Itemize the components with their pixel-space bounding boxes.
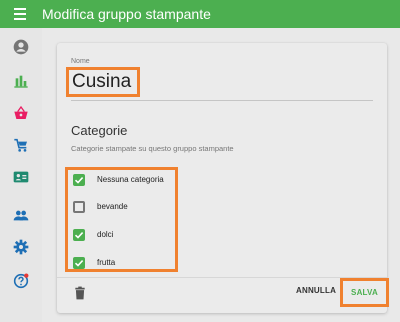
sidebar-item-help[interactable]	[0, 266, 42, 296]
sidebar-item-reports[interactable]	[0, 66, 42, 96]
checkbox-checked-icon[interactable]	[73, 257, 85, 269]
name-input-underline	[71, 100, 373, 101]
sidebar-item-account[interactable]	[0, 32, 42, 62]
category-label: Nessuna categoria	[97, 175, 164, 184]
checkbox-checked-icon[interactable]	[73, 229, 85, 241]
categories-subtitle: Categorie stampate su questo gruppo stam…	[71, 144, 234, 153]
sidebar-item-users[interactable]	[0, 200, 42, 230]
sidebar-item-cart[interactable]	[0, 130, 42, 160]
app-bar: Modifica gruppo stampante	[0, 0, 400, 28]
category-label: bevande	[97, 202, 128, 211]
sidebar-item-settings[interactable]	[0, 232, 42, 262]
basket-icon	[14, 105, 28, 119]
save-button-label: SALVA	[351, 288, 378, 297]
page-title: Modifica gruppo stampante	[42, 6, 211, 22]
menu-icon[interactable]	[13, 6, 29, 22]
gear-icon	[13, 239, 29, 255]
save-button[interactable]: SALVA	[340, 278, 389, 307]
sidebar-item-contacts[interactable]	[0, 162, 42, 192]
checkbox-unchecked-icon[interactable]	[73, 201, 85, 213]
sidebar	[0, 28, 42, 322]
category-label: frutta	[97, 258, 116, 267]
people-icon	[13, 210, 29, 221]
footer-divider	[57, 277, 387, 278]
category-label: dolci	[97, 230, 114, 239]
categories-title: Categorie	[71, 123, 128, 138]
cancel-button[interactable]: ANNULLA	[296, 286, 336, 295]
badge-icon	[13, 171, 29, 183]
trash-icon[interactable]	[73, 286, 87, 300]
help-icon	[13, 273, 29, 289]
sidebar-item-orders[interactable]	[0, 98, 42, 128]
checkbox-checked-icon[interactable]	[73, 174, 85, 186]
categories-list: Nessuna categoria bevande dolci frutta	[65, 167, 178, 272]
account-circle-icon	[13, 39, 29, 55]
name-field-label: Nome	[71, 58, 90, 65]
bar-chart-icon	[14, 75, 28, 88]
name-input[interactable]: Cusina	[66, 67, 140, 97]
cart-icon	[14, 138, 27, 152]
